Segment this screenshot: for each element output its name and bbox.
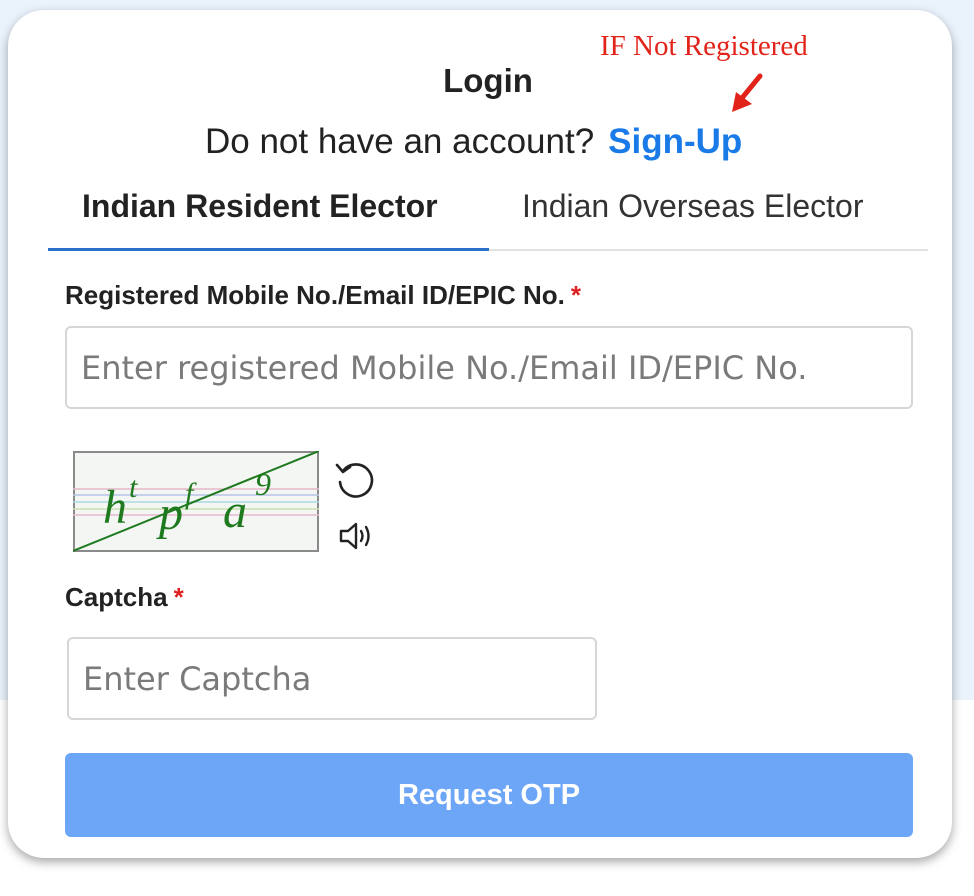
page-title: Login: [443, 62, 533, 99]
captcha-char: h: [103, 481, 127, 534]
annotation-text: IF Not Registered: [600, 30, 808, 62]
captcha-field-label-text: Captcha: [65, 582, 168, 612]
signup-row: Do not have an account? Sign-Up: [205, 122, 742, 162]
required-mark: *: [570, 280, 581, 310]
captcha-input[interactable]: [67, 637, 597, 720]
captcha-char: 9: [255, 466, 271, 502]
captcha-field-label: Captcha *: [65, 582, 184, 613]
id-field-label-text: Registered Mobile No./Email ID/EPIC No.: [65, 280, 565, 310]
captcha-char: t: [129, 471, 138, 504]
tab-indian-overseas-elector[interactable]: Indian Overseas Elector: [522, 188, 864, 225]
signup-prompt: Do not have an account?: [205, 122, 595, 161]
mobile-email-epic-input[interactable]: [65, 326, 913, 409]
speaker-icon[interactable]: [338, 520, 374, 552]
signup-link[interactable]: Sign-Up: [608, 122, 742, 161]
captcha-char: a: [223, 485, 247, 538]
login-card: Login Do not have an account? Sign-Up Ind…: [8, 10, 952, 858]
captcha-image: h t p f a 9: [73, 451, 319, 552]
tab-indian-resident-elector[interactable]: Indian Resident Elector: [82, 188, 438, 225]
annotation-arrow-icon: [732, 73, 763, 112]
request-otp-button[interactable]: Request OTP: [65, 753, 913, 837]
captcha-char: p: [156, 487, 183, 540]
id-field-label: Registered Mobile No./Email ID/EPIC No. *: [65, 280, 581, 311]
refresh-icon[interactable]: [334, 458, 376, 500]
required-mark: *: [173, 582, 184, 612]
active-tab-indicator: [48, 248, 489, 251]
